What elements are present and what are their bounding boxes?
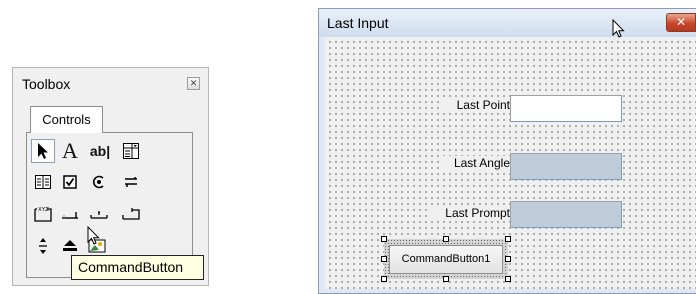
- select-objects-tool[interactable]: [31, 139, 55, 163]
- form-titlebar[interactable]: Last Input ✕: [319, 9, 696, 37]
- resize-handle-top[interactable]: [443, 236, 449, 242]
- frame-tool[interactable]: XYZ: [31, 202, 55, 226]
- textbox-last-point[interactable]: [510, 95, 622, 122]
- form-title: Last Input: [327, 15, 389, 31]
- tabstrip-tool[interactable]: [87, 202, 111, 226]
- resize-handle-top-right[interactable]: [505, 236, 511, 242]
- svg-text:XYZ: XYZ: [38, 207, 49, 213]
- textbox-last-angle[interactable]: [510, 153, 622, 180]
- multipage-tool[interactable]: [119, 202, 143, 226]
- spinbutton-icon: [63, 240, 77, 251]
- textbox-last-prompt[interactable]: [510, 201, 622, 228]
- commandbutton-tool[interactable]: [58, 202, 82, 226]
- form-design-surface[interactable]: Last Point Last Angle Last Prompt Comman…: [325, 37, 696, 289]
- togglebutton-tool[interactable]: [119, 170, 143, 194]
- toolbox-title: Toolbox: [22, 76, 71, 92]
- toolbox-window: Toolbox ✕ Controls A ab| XYZ: [12, 67, 209, 286]
- resize-handle-bottom-right[interactable]: [505, 276, 511, 282]
- close-icon: ✕: [675, 15, 687, 29]
- tabstrip-icon: [90, 211, 108, 219]
- mouse-cursor-icon: [87, 226, 100, 245]
- multipage-icon: [122, 208, 140, 220]
- tab-controls[interactable]: Controls: [30, 106, 103, 133]
- pointer-icon: [38, 143, 48, 159]
- scrollbar-icon: [39, 238, 47, 254]
- form-close-button[interactable]: ✕: [666, 13, 696, 32]
- tooltip-commandbutton: CommandButton: [71, 255, 204, 280]
- resize-handle-bottom[interactable]: [443, 276, 449, 282]
- command-button-icon: [62, 212, 78, 219]
- label-A-icon: A: [62, 138, 78, 163]
- optionbutton-tool[interactable]: [87, 170, 111, 194]
- listbox-tool[interactable]: [31, 170, 55, 194]
- listbox-icon: [35, 175, 51, 189]
- resize-handle-top-left[interactable]: [381, 236, 387, 242]
- combobox-icon: [123, 143, 139, 159]
- frame-icon: XYZ: [34, 207, 52, 222]
- option-button-icon: [92, 175, 104, 189]
- toolbox-close-button[interactable]: ✕: [187, 77, 200, 90]
- resize-handle-bottom-left[interactable]: [381, 276, 387, 282]
- label-tool[interactable]: A: [58, 139, 82, 163]
- toggle-button-icon: [125, 177, 137, 187]
- command-button-1[interactable]: CommandButton1: [389, 245, 503, 274]
- checkbox-icon: [63, 175, 77, 189]
- textbox-tool[interactable]: ab|: [85, 139, 115, 163]
- mouse-cursor-icon: [612, 19, 625, 38]
- screenshot-canvas: Toolbox ✕ Controls A ab| XYZ CommandButt…: [0, 0, 696, 294]
- scrollbar-tool[interactable]: [31, 234, 55, 258]
- resize-handle-right[interactable]: [505, 256, 511, 262]
- userform-window: Last Input ✕ Last Point Last Angle Last …: [318, 8, 696, 294]
- textbox-icon: ab|: [89, 143, 111, 159]
- combobox-tool[interactable]: [119, 139, 143, 163]
- resize-handle-left[interactable]: [381, 256, 387, 262]
- label-last-angle[interactable]: Last Angle: [440, 156, 512, 170]
- checkbox-tool[interactable]: [58, 170, 82, 194]
- label-last-point[interactable]: Last Point: [440, 98, 512, 112]
- label-last-prompt[interactable]: Last Prompt: [428, 206, 512, 220]
- close-icon: ✕: [189, 78, 198, 88]
